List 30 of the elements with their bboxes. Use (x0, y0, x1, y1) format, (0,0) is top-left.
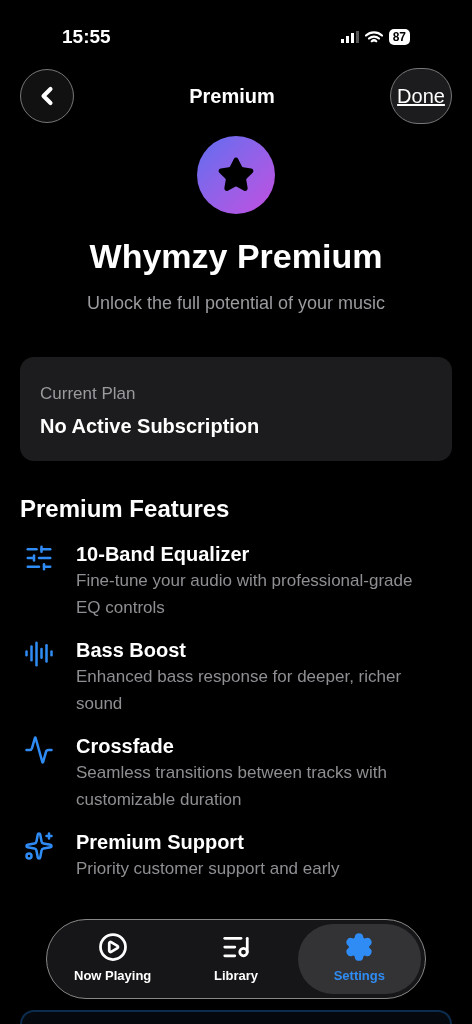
page-title: Premium (189, 84, 275, 109)
feature-description: Fine-tune your audio with professional-grade EQ controls (76, 570, 414, 619)
wifi-icon (364, 30, 383, 44)
signal-icon (340, 31, 359, 43)
feature-description: Priority customer support and early (76, 858, 341, 880)
feature-title: Crossfade (76, 734, 175, 759)
feature-description: Seamless transitions between tracks with customizable duration (76, 762, 388, 811)
tab-item[interactable]: Library (174, 924, 298, 994)
feature-description: Enhanced bass response for deeper, richer sound (76, 666, 403, 715)
battery-level: 87 (388, 29, 410, 45)
play-icon (97, 932, 128, 963)
pulse-line-icon (24, 735, 54, 765)
current-plan-label: Current Plan (40, 383, 137, 405)
star-icon (217, 156, 255, 194)
tab-item[interactable]: Now Playing (51, 924, 175, 994)
sound-wave-icon (24, 639, 54, 669)
back-button[interactable] (20, 69, 74, 123)
section-heading: Premium Features (19, 494, 231, 524)
tab-item[interactable]: Settings (297, 924, 421, 994)
sliders-icon (24, 543, 54, 573)
feature-title: Premium Support (76, 830, 245, 855)
hero-title: Whymzy Premium (89, 236, 383, 277)
sparkles-icon (24, 831, 54, 861)
feature-title: Bass Boost (76, 638, 188, 663)
hero-subtitle: Unlock the full potential of your music (86, 292, 386, 315)
done-button[interactable]: Done (390, 68, 452, 124)
feature-title: 10-Band Equalizer (76, 542, 251, 567)
settings-icon (344, 932, 375, 963)
current-plan-value: No Active Subscription (40, 414, 261, 439)
status-time: 15:55 (62, 24, 111, 49)
